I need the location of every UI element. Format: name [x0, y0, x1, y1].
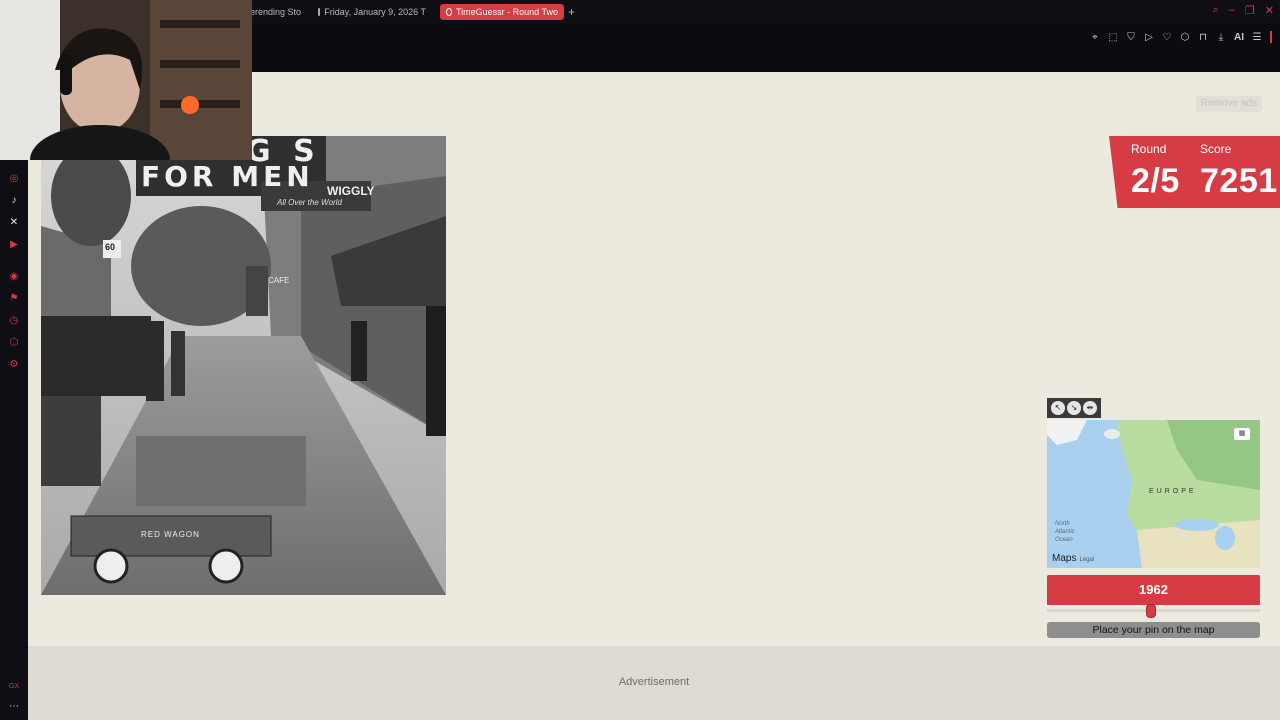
new-tab-button[interactable]: + [568, 4, 575, 20]
street-scene-image [41, 136, 446, 595]
restore-icon[interactable]: ❐ [1245, 4, 1255, 17]
route-sign: 60 [105, 242, 116, 252]
cube-icon[interactable]: ⬡ [7, 336, 21, 350]
gx-icon[interactable]: GX [7, 680, 21, 694]
youtube-icon[interactable]: ▶ [7, 238, 21, 252]
tab-trending[interactable]: erending Sto [244, 4, 306, 20]
instagram-icon[interactable]: ◎ [7, 172, 21, 186]
sidebar: ◎ ♪ ✕ ▶ ◉ ⚑ ◷ ⬡ ⚙ GX ⋯ [0, 72, 28, 720]
search-icon[interactable]: ⌕ [1213, 4, 1219, 17]
history-icon[interactable]: ◷ [7, 314, 21, 328]
advertisement-area: Advertisement [28, 646, 1280, 720]
heart-icon[interactable]: ♡ [1162, 32, 1172, 43]
wiggly-sign-tagline: All Over the World [277, 198, 342, 207]
wiggly-sign: WIGGLY [327, 184, 375, 198]
minimize-icon[interactable]: – [1229, 4, 1235, 17]
pin-icon[interactable]: ⌖ [1090, 32, 1100, 43]
lock-icon[interactable]: ⊓ [1198, 32, 1208, 43]
cafe-sign: CAFE [268, 276, 290, 285]
score-value: 7251 [1200, 162, 1278, 200]
webcam-overlay [0, 0, 252, 160]
play-icon[interactable]: ▷ [1144, 32, 1154, 43]
shrink-map-icon[interactable]: ↘ [1067, 401, 1081, 415]
tab-date[interactable]: Friday, January 9, 2026 T [312, 4, 432, 20]
settings-icon[interactable]: ⚙ [7, 358, 21, 372]
expand-map-icon[interactable]: ↖ [1051, 401, 1065, 415]
accent-divider [1270, 31, 1272, 43]
extensions-icon[interactable]: ⬡ [1180, 32, 1190, 43]
ai-button[interactable]: AI [1234, 32, 1244, 43]
streamer-webcam-image [0, 0, 252, 160]
more-icon[interactable]: ⋯ [7, 700, 21, 714]
tab-timeguessr[interactable]: TimeGuessr - Round Two [440, 4, 564, 20]
tiktok-icon[interactable]: ♪ [7, 194, 21, 208]
score-panel: Round Score 2/5 7251 [1109, 136, 1280, 208]
bookmark-icon[interactable]: ⚑ [7, 292, 21, 306]
map-region-label: EUROPE [1149, 488, 1197, 495]
round-photo[interactable]: G S FOR MEN WIGGLY All Over the World 60… [41, 136, 446, 595]
guess-map[interactable]: EUROPE North Atlantic Ocean ▦ Maps Legal [1047, 420, 1260, 568]
map-attribution: Maps Legal [1052, 553, 1095, 564]
round-label: Round [1131, 142, 1167, 156]
wagon-label: RED WAGON [141, 530, 200, 539]
calendar-icon [318, 8, 321, 16]
round-value: 2/5 [1131, 162, 1180, 200]
close-icon[interactable]: ✕ [1265, 4, 1274, 17]
advertisement-label: Advertisement [618, 676, 690, 688]
store-sign-main: FOR MEN [141, 160, 314, 193]
place-pin-button[interactable]: Place your pin on the map [1047, 622, 1260, 638]
shield-icon[interactable]: ⛉ [1126, 32, 1136, 43]
year-guess-display: 1962 [1047, 575, 1260, 605]
globe-icon [446, 8, 452, 16]
pin-map-icon[interactable]: ⇹ [1083, 401, 1097, 415]
download-icon[interactable]: ⤓ [1216, 32, 1226, 43]
player-icon[interactable]: ◉ [7, 270, 21, 284]
screenshot-icon[interactable]: ⬚ [1108, 32, 1118, 43]
toolbar: ⌖ ⬚ ⛉ ▷ ♡ ⬡ ⊓ ⤓ AI ☰ [1090, 31, 1272, 43]
map-ocean-label: North Atlantic Ocean [1055, 521, 1075, 543]
year-slider-thumb[interactable] [1146, 604, 1157, 618]
score-label: Score [1200, 142, 1232, 156]
map-controls: ↖ ↘ ⇹ [1047, 398, 1101, 418]
legal-link[interactable]: Legal [1079, 557, 1094, 563]
remove-ads-button[interactable]: Remove ads [1195, 96, 1262, 112]
menu-icon[interactable]: ☰ [1252, 32, 1262, 43]
x-icon[interactable]: ✕ [7, 216, 21, 230]
map-layer-button[interactable]: ▦ [1234, 428, 1250, 440]
